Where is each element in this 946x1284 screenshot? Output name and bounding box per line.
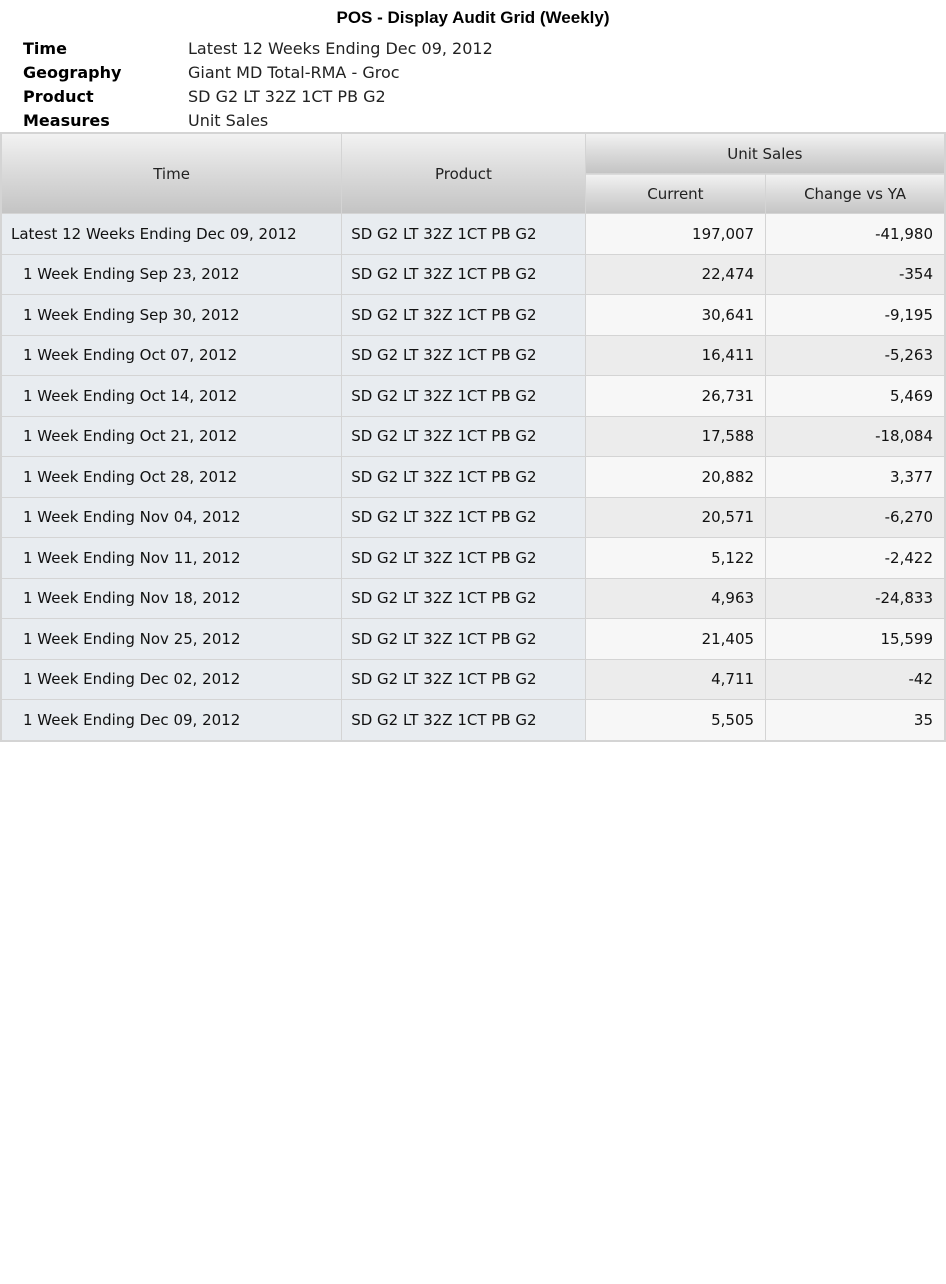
- filter-value: Giant MD Total-RMA - Groc: [188, 62, 400, 82]
- current-value-cell: 17,588: [584, 415, 767, 457]
- product-cell: SD G2 LT 32Z 1CT PB G2: [341, 294, 586, 336]
- current-value-cell: 16,411: [584, 334, 767, 376]
- table-row: 1 Week Ending Nov 04, 2012 SD G2 LT 32Z 1…: [0, 496, 946, 538]
- change-vs-ya-cell: -41,980: [765, 213, 946, 255]
- current-value-cell: 26,731: [584, 375, 767, 417]
- filter-value: Unit Sales: [188, 110, 269, 130]
- product-cell: SD G2 LT 32Z 1CT PB G2: [341, 415, 586, 457]
- audit-grid: Time Product Unit Sales Current Change v…: [0, 132, 946, 742]
- change-vs-ya-cell: -24,833: [765, 577, 946, 619]
- current-value-cell: 21,405: [584, 618, 767, 660]
- product-cell: SD G2 LT 32Z 1CT PB G2: [341, 496, 586, 538]
- filter-label: Product: [23, 86, 94, 106]
- product-cell: SD G2 LT 32Z 1CT PB G2: [341, 334, 586, 376]
- change-vs-ya-cell: 35: [765, 699, 946, 741]
- product-cell: SD G2 LT 32Z 1CT PB G2: [341, 213, 586, 255]
- grid-body: Latest 12 Weeks Ending Dec 09, 2012 SD G2…: [0, 213, 946, 741]
- current-value-cell: 20,882: [584, 456, 767, 498]
- table-row: 1 Week Ending Sep 23, 2012 SD G2 LT 32Z 1…: [0, 253, 946, 295]
- current-value-cell: 22,474: [584, 253, 767, 295]
- filter-row-time: Time Latest 12 Weeks Ending Dec 09, 2012: [23, 36, 923, 60]
- time-cell: 1 Week Ending Dec 02, 2012: [0, 658, 343, 700]
- table-row: 1 Week Ending Nov 18, 2012 SD G2 LT 32Z 1…: [0, 577, 946, 619]
- current-value-cell: 4,711: [584, 658, 767, 700]
- report-title: POS - Display Audit Grid (Weekly): [336, 8, 610, 27]
- time-cell: 1 Week Ending Nov 18, 2012: [0, 577, 343, 619]
- time-cell: 1 Week Ending Oct 21, 2012: [0, 415, 343, 457]
- table-row: 1 Week Ending Nov 25, 2012 SD G2 LT 32Z 1…: [0, 618, 946, 660]
- table-row: 1 Week Ending Nov 11, 2012 SD G2 LT 32Z 1…: [0, 537, 946, 579]
- filter-value: Latest 12 Weeks Ending Dec 09, 2012: [188, 38, 493, 58]
- change-vs-ya-cell: 15,599: [765, 618, 946, 660]
- filter-label: Time: [23, 38, 67, 58]
- table-row: 1 Week Ending Oct 21, 2012 SD G2 LT 32Z 1…: [0, 415, 946, 457]
- product-cell: SD G2 LT 32Z 1CT PB G2: [341, 618, 586, 660]
- product-cell: SD G2 LT 32Z 1CT PB G2: [341, 253, 586, 295]
- product-cell: SD G2 LT 32Z 1CT PB G2: [341, 699, 586, 741]
- time-cell: 1 Week Ending Oct 07, 2012: [0, 334, 343, 376]
- product-cell: SD G2 LT 32Z 1CT PB G2: [341, 577, 586, 619]
- current-value-cell: 30,641: [584, 294, 767, 336]
- current-value-cell: 4,963: [584, 577, 767, 619]
- filter-row-measures: Measures Unit Sales: [23, 108, 923, 132]
- time-cell: 1 Week Ending Nov 04, 2012: [0, 496, 343, 538]
- report-filters: Time Latest 12 Weeks Ending Dec 09, 2012…: [23, 36, 923, 132]
- time-cell: 1 Week Ending Oct 14, 2012: [0, 375, 343, 417]
- current-value-cell: 197,007: [584, 213, 767, 255]
- product-cell: SD G2 LT 32Z 1CT PB G2: [341, 456, 586, 498]
- column-header-time[interactable]: Time: [0, 132, 343, 214]
- column-header-product[interactable]: Product: [341, 132, 586, 214]
- change-vs-ya-cell: -2,422: [765, 537, 946, 579]
- change-vs-ya-cell: -18,084: [765, 415, 946, 457]
- change-vs-ya-cell: -354: [765, 253, 946, 295]
- time-cell: 1 Week Ending Sep 30, 2012: [0, 294, 343, 336]
- column-header-change-vs-ya[interactable]: Change vs YA: [765, 173, 946, 214]
- time-cell: 1 Week Ending Nov 11, 2012: [0, 537, 343, 579]
- product-cell: SD G2 LT 32Z 1CT PB G2: [341, 375, 586, 417]
- time-cell: 1 Week Ending Dec 09, 2012: [0, 699, 343, 741]
- change-vs-ya-cell: -6,270: [765, 496, 946, 538]
- change-vs-ya-cell: -5,263: [765, 334, 946, 376]
- filter-label: Measures: [23, 110, 110, 130]
- filter-label: Geography: [23, 62, 122, 82]
- current-value-cell: 5,122: [584, 537, 767, 579]
- product-cell: SD G2 LT 32Z 1CT PB G2: [341, 537, 586, 579]
- column-group-unit-sales[interactable]: Unit Sales: [584, 132, 946, 174]
- table-row: 1 Week Ending Dec 02, 2012 SD G2 LT 32Z 1…: [0, 658, 946, 700]
- table-row: 1 Week Ending Oct 07, 2012 SD G2 LT 32Z 1…: [0, 334, 946, 376]
- table-row-total: Latest 12 Weeks Ending Dec 09, 2012 SD G2…: [0, 213, 946, 255]
- column-header-current[interactable]: Current: [584, 173, 767, 214]
- time-cell: 1 Week Ending Oct 28, 2012: [0, 456, 343, 498]
- current-value-cell: 20,571: [584, 496, 767, 538]
- table-row: 1 Week Ending Oct 28, 2012 SD G2 LT 32Z 1…: [0, 456, 946, 498]
- time-cell: 1 Week Ending Nov 25, 2012: [0, 618, 343, 660]
- filter-row-geography: Geography Giant MD Total-RMA - Groc: [23, 60, 923, 84]
- change-vs-ya-cell: -9,195: [765, 294, 946, 336]
- table-row: 1 Week Ending Sep 30, 2012 SD G2 LT 32Z 1…: [0, 294, 946, 336]
- table-row: 1 Week Ending Dec 09, 2012 SD G2 LT 32Z 1…: [0, 699, 946, 741]
- filter-row-product: Product SD G2 LT 32Z 1CT PB G2: [23, 84, 923, 108]
- filter-value: SD G2 LT 32Z 1CT PB G2: [188, 86, 386, 106]
- change-vs-ya-cell: 5,469: [765, 375, 946, 417]
- change-vs-ya-cell: -42: [765, 658, 946, 700]
- current-value-cell: 5,505: [584, 699, 767, 741]
- change-vs-ya-cell: 3,377: [765, 456, 946, 498]
- product-cell: SD G2 LT 32Z 1CT PB G2: [341, 658, 586, 700]
- table-row: 1 Week Ending Oct 14, 2012 SD G2 LT 32Z 1…: [0, 375, 946, 417]
- time-cell: 1 Week Ending Sep 23, 2012: [0, 253, 343, 295]
- time-cell: Latest 12 Weeks Ending Dec 09, 2012: [0, 213, 343, 255]
